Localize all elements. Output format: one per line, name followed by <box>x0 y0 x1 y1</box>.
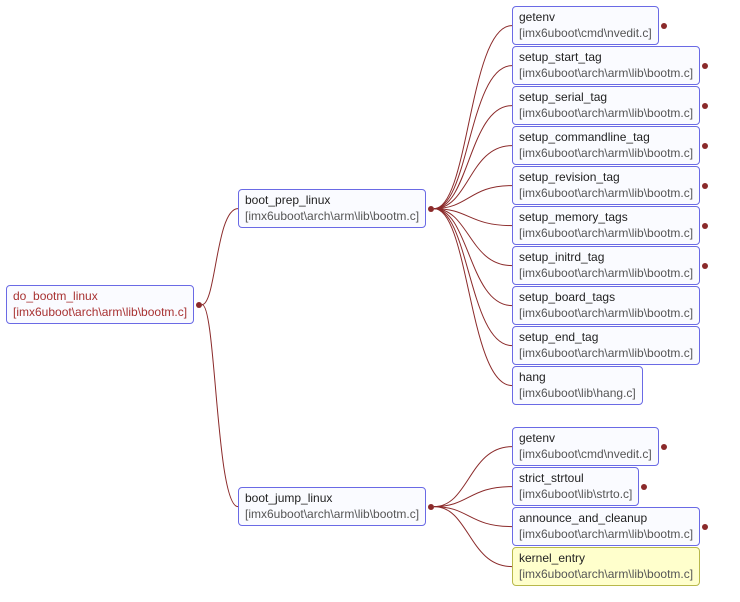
fn-label: getenv <box>519 431 652 447</box>
path-label: [imx6uboot\cmd\nvedit.c] <box>519 26 652 42</box>
fn-label: do_bootm_linux <box>13 289 187 305</box>
path-label: [imx6uboot\arch\arm\lib\bootm.c] <box>519 146 693 162</box>
fn-label: getenv <box>519 10 652 26</box>
path-label: [imx6uboot\arch\arm\lib\bootm.c] <box>13 305 187 321</box>
fn-label: kernel_entry <box>519 551 693 567</box>
node-setup-serial-tag[interactable]: setup_serial_tag[imx6uboot\arch\arm\lib\… <box>512 86 700 125</box>
fn-label: setup_board_tags <box>519 290 693 306</box>
node-setup-board-tags[interactable]: setup_board_tags[imx6uboot\arch\arm\lib\… <box>512 286 700 325</box>
path-label: [imx6uboot\arch\arm\lib\bootm.c] <box>519 66 693 82</box>
path-label: [imx6uboot\arch\arm\lib\bootm.c] <box>519 266 693 282</box>
fn-label: setup_commandline_tag <box>519 130 693 146</box>
fn-label: setup_serial_tag <box>519 90 693 106</box>
node-announce-and-cleanup[interactable]: announce_and_cleanup[imx6uboot\arch\arm\… <box>512 507 700 546</box>
fn-label: hang <box>519 370 636 386</box>
node-boot-jump-linux[interactable]: boot_jump_linux [imx6uboot\arch\arm\lib\… <box>238 487 426 526</box>
fn-label: announce_and_cleanup <box>519 511 693 527</box>
fn-label: setup_end_tag <box>519 330 693 346</box>
path-label: [imx6uboot\lib\strto.c] <box>519 487 632 503</box>
path-label: [imx6uboot\arch\arm\lib\bootm.c] <box>245 507 419 523</box>
fn-label: boot_jump_linux <box>245 491 419 507</box>
path-label: [imx6uboot\arch\arm\lib\bootm.c] <box>519 567 693 583</box>
node-setup-memory-tags[interactable]: setup_memory_tags[imx6uboot\arch\arm\lib… <box>512 206 700 245</box>
fn-label: boot_prep_linux <box>245 193 419 209</box>
fn-label: setup_start_tag <box>519 50 693 66</box>
node-getenv[interactable]: getenv[imx6uboot\cmd\nvedit.c] <box>512 6 659 45</box>
node-setup-commandline-tag[interactable]: setup_commandline_tag[imx6uboot\arch\arm… <box>512 126 700 165</box>
node-setup-end-tag[interactable]: setup_end_tag[imx6uboot\arch\arm\lib\boo… <box>512 326 700 365</box>
path-label: [imx6uboot\arch\arm\lib\bootm.c] <box>519 186 693 202</box>
path-label: [imx6uboot\cmd\nvedit.c] <box>519 447 652 463</box>
fn-label: setup_initrd_tag <box>519 250 693 266</box>
fn-label: setup_revision_tag <box>519 170 693 186</box>
node-kernel-entry[interactable]: kernel_entry[imx6uboot\arch\arm\lib\boot… <box>512 547 700 586</box>
node-hang[interactable]: hang[imx6uboot\lib\hang.c] <box>512 366 643 405</box>
path-label: [imx6uboot\arch\arm\lib\bootm.c] <box>519 106 693 122</box>
node-setup-revision-tag[interactable]: setup_revision_tag[imx6uboot\arch\arm\li… <box>512 166 700 205</box>
path-label: [imx6uboot\arch\arm\lib\bootm.c] <box>519 306 693 322</box>
path-label: [imx6uboot\arch\arm\lib\bootm.c] <box>519 346 693 362</box>
node-boot-prep-linux[interactable]: boot_prep_linux [imx6uboot\arch\arm\lib\… <box>238 189 426 228</box>
node-setup-initrd-tag[interactable]: setup_initrd_tag[imx6uboot\arch\arm\lib\… <box>512 246 700 285</box>
path-label: [imx6uboot\arch\arm\lib\bootm.c] <box>519 527 693 543</box>
node-getenv[interactable]: getenv[imx6uboot\cmd\nvedit.c] <box>512 427 659 466</box>
path-label: [imx6uboot\arch\arm\lib\bootm.c] <box>245 209 419 225</box>
node-do-bootm-linux[interactable]: do_bootm_linux [imx6uboot\arch\arm\lib\b… <box>6 285 194 324</box>
node-setup-start-tag[interactable]: setup_start_tag[imx6uboot\arch\arm\lib\b… <box>512 46 700 85</box>
path-label: [imx6uboot\lib\hang.c] <box>519 386 636 402</box>
node-strict-strtoul[interactable]: strict_strtoul[imx6uboot\lib\strto.c] <box>512 467 639 506</box>
path-label: [imx6uboot\arch\arm\lib\bootm.c] <box>519 226 693 242</box>
fn-label: strict_strtoul <box>519 471 632 487</box>
fn-label: setup_memory_tags <box>519 210 693 226</box>
